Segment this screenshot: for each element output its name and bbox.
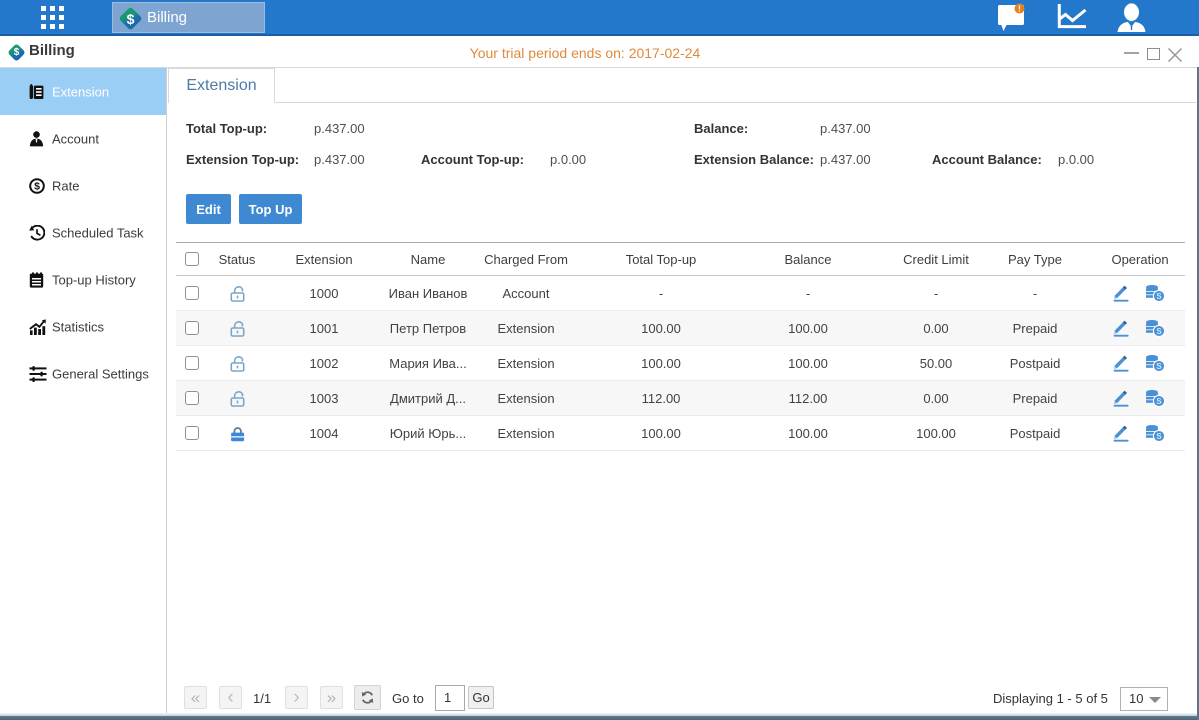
svg-text:S: S <box>1156 397 1162 406</box>
svg-text:!: ! <box>1018 4 1021 13</box>
svg-text:S: S <box>1156 362 1162 371</box>
svg-text:S: S <box>1156 292 1162 301</box>
svg-text:$: $ <box>34 180 40 192</box>
svg-text:S: S <box>1156 327 1162 336</box>
svg-text:S: S <box>1156 432 1162 441</box>
